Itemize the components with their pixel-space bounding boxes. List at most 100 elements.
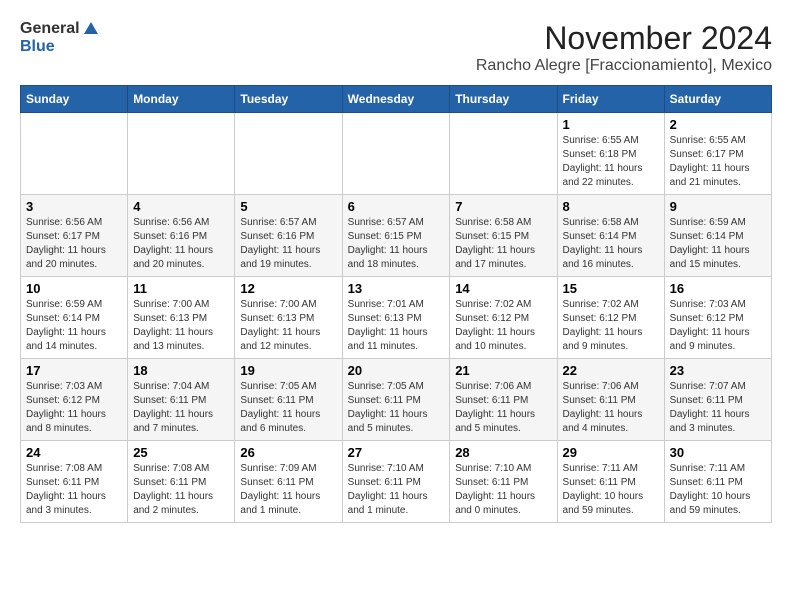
day-number: 10 <box>26 281 122 296</box>
day-number: 16 <box>670 281 766 296</box>
week-row-5: 24 Sunrise: 7:08 AM Sunset: 6:11 PM Dayli… <box>21 441 772 523</box>
calendar-cell: 30Sunrise: 7:11 AM Sunset: 6:11 PM Dayli… <box>664 441 771 523</box>
calendar-cell: 15 Sunrise: 7:02 AM Sunset: 6:12 PM Dayli… <box>557 277 664 359</box>
calendar-cell: 3Sunrise: 6:56 AM Sunset: 6:17 PM Daylig… <box>21 195 128 277</box>
day-info: Sunrise: 6:57 AM Sunset: 6:15 PM Dayligh… <box>348 216 445 272</box>
day-info: Sunrise: 6:58 AM Sunset: 6:15 PM Dayligh… <box>455 216 551 272</box>
header-tuesday: Tuesday <box>235 86 342 113</box>
day-info: Sunrise: 7:05 AM Sunset: 6:11 PM Dayligh… <box>240 380 336 436</box>
day-info: Sunrise: 7:02 AM Sunset: 6:12 PM Dayligh… <box>455 298 551 354</box>
day-info: Sunrise: 7:11 AM Sunset: 6:11 PM Dayligh… <box>670 462 766 518</box>
calendar-cell: 29Sunrise: 7:11 AM Sunset: 6:11 PM Dayli… <box>557 441 664 523</box>
calendar-cell: 7 Sunrise: 6:58 AM Sunset: 6:15 PM Daylig… <box>450 195 557 277</box>
day-number: 25 <box>133 445 229 460</box>
calendar-cell: 12Sunrise: 7:00 AM Sunset: 6:13 PM Dayli… <box>235 277 342 359</box>
day-info: Sunrise: 7:09 AM Sunset: 6:11 PM Dayligh… <box>240 462 336 518</box>
logo: General Blue <box>20 20 100 56</box>
day-info: Sunrise: 7:10 AM Sunset: 6:11 PM Dayligh… <box>348 462 445 518</box>
day-number: 26 <box>240 445 336 460</box>
calendar-cell: 16 Sunrise: 7:03 AM Sunset: 6:12 PM Dayli… <box>664 277 771 359</box>
calendar-table: SundayMondayTuesdayWednesdayThursdayFrid… <box>20 85 772 523</box>
day-number: 20 <box>348 363 445 378</box>
day-info: Sunrise: 6:55 AM Sunset: 6:18 PM Dayligh… <box>563 134 659 190</box>
day-info: Sunrise: 7:11 AM Sunset: 6:11 PM Dayligh… <box>563 462 659 518</box>
day-number: 11 <box>133 281 229 296</box>
day-number: 23 <box>670 363 766 378</box>
header-sunday: Sunday <box>21 86 128 113</box>
day-info: Sunrise: 7:03 AM Sunset: 6:12 PM Dayligh… <box>670 298 766 354</box>
day-info: Sunrise: 6:59 AM Sunset: 6:14 PM Dayligh… <box>670 216 766 272</box>
calendar-cell: 21 Sunrise: 7:06 AM Sunset: 6:11 PM Dayli… <box>450 359 557 441</box>
calendar-cell <box>342 113 450 195</box>
day-info: Sunrise: 7:08 AM Sunset: 6:11 PM Dayligh… <box>133 462 229 518</box>
calendar-cell: 20 Sunrise: 7:05 AM Sunset: 6:11 PM Dayli… <box>342 359 450 441</box>
calendar-cell: 14 Sunrise: 7:02 AM Sunset: 6:12 PM Dayli… <box>450 277 557 359</box>
calendar-cell: 19 Sunrise: 7:05 AM Sunset: 6:11 PM Dayli… <box>235 359 342 441</box>
calendar-cell: 4 Sunrise: 6:56 AM Sunset: 6:16 PM Daylig… <box>128 195 235 277</box>
calendar-cell <box>128 113 235 195</box>
day-number: 1 <box>563 117 659 132</box>
day-info: Sunrise: 6:59 AM Sunset: 6:14 PM Dayligh… <box>26 298 122 354</box>
calendar-cell <box>450 113 557 195</box>
day-number: 28 <box>455 445 551 460</box>
header-wednesday: Wednesday <box>342 86 450 113</box>
day-info: Sunrise: 7:00 AM Sunset: 6:13 PM Dayligh… <box>133 298 229 354</box>
calendar-cell: 24Sunrise: 7:08 AM Sunset: 6:11 PM Dayli… <box>21 441 128 523</box>
day-number: 19 <box>240 363 336 378</box>
day-number: 21 <box>455 363 551 378</box>
calendar-header-row: SundayMondayTuesdayWednesdayThursdayFrid… <box>21 86 772 113</box>
day-number: 2 <box>670 117 766 132</box>
month-title: November 2024 <box>476 20 772 57</box>
calendar-cell: 22Sunrise: 7:06 AM Sunset: 6:11 PM Dayli… <box>557 359 664 441</box>
day-number: 9 <box>670 199 766 214</box>
week-row-2: 3Sunrise: 6:56 AM Sunset: 6:17 PM Daylig… <box>21 195 772 277</box>
day-number: 14 <box>455 281 551 296</box>
calendar-cell: 5Sunrise: 6:57 AM Sunset: 6:16 PM Daylig… <box>235 195 342 277</box>
day-number: 8 <box>563 199 659 214</box>
title-section: November 2024 Rancho Alegre [Fraccionami… <box>476 20 772 75</box>
day-info: Sunrise: 7:07 AM Sunset: 6:11 PM Dayligh… <box>670 380 766 436</box>
calendar-cell: 28 Sunrise: 7:10 AM Sunset: 6:11 PM Dayli… <box>450 441 557 523</box>
logo-blue-text: Blue <box>20 38 100 56</box>
day-info: Sunrise: 7:06 AM Sunset: 6:11 PM Dayligh… <box>455 380 551 436</box>
day-info: Sunrise: 7:04 AM Sunset: 6:11 PM Dayligh… <box>133 380 229 436</box>
logo-icon <box>82 20 100 38</box>
logo-general-text: General <box>20 20 80 38</box>
calendar-cell: 26 Sunrise: 7:09 AM Sunset: 6:11 PM Dayli… <box>235 441 342 523</box>
calendar-cell: 13Sunrise: 7:01 AM Sunset: 6:13 PM Dayli… <box>342 277 450 359</box>
calendar-cell: 23 Sunrise: 7:07 AM Sunset: 6:11 PM Dayli… <box>664 359 771 441</box>
day-number: 15 <box>563 281 659 296</box>
calendar-cell: 2Sunrise: 6:55 AM Sunset: 6:17 PM Daylig… <box>664 113 771 195</box>
calendar-cell <box>21 113 128 195</box>
day-number: 12 <box>240 281 336 296</box>
calendar-cell: 11 Sunrise: 7:00 AM Sunset: 6:13 PM Dayli… <box>128 277 235 359</box>
day-number: 4 <box>133 199 229 214</box>
day-number: 17 <box>26 363 122 378</box>
calendar-cell: 1 Sunrise: 6:55 AM Sunset: 6:18 PM Daylig… <box>557 113 664 195</box>
day-number: 27 <box>348 445 445 460</box>
calendar-cell: 17 Sunrise: 7:03 AM Sunset: 6:12 PM Dayli… <box>21 359 128 441</box>
day-info: Sunrise: 6:58 AM Sunset: 6:14 PM Dayligh… <box>563 216 659 272</box>
day-info: Sunrise: 7:10 AM Sunset: 6:11 PM Dayligh… <box>455 462 551 518</box>
header-saturday: Saturday <box>664 86 771 113</box>
header-friday: Friday <box>557 86 664 113</box>
calendar-cell: 6 Sunrise: 6:57 AM Sunset: 6:15 PM Daylig… <box>342 195 450 277</box>
week-row-4: 17 Sunrise: 7:03 AM Sunset: 6:12 PM Dayli… <box>21 359 772 441</box>
week-row-3: 10 Sunrise: 6:59 AM Sunset: 6:14 PM Dayli… <box>21 277 772 359</box>
day-number: 24 <box>26 445 122 460</box>
location-subtitle: Rancho Alegre [Fraccionamiento], Mexico <box>476 57 772 75</box>
header-thursday: Thursday <box>450 86 557 113</box>
day-info: Sunrise: 7:06 AM Sunset: 6:11 PM Dayligh… <box>563 380 659 436</box>
day-number: 6 <box>348 199 445 214</box>
day-info: Sunrise: 7:03 AM Sunset: 6:12 PM Dayligh… <box>26 380 122 436</box>
calendar-cell: 8 Sunrise: 6:58 AM Sunset: 6:14 PM Daylig… <box>557 195 664 277</box>
day-info: Sunrise: 7:02 AM Sunset: 6:12 PM Dayligh… <box>563 298 659 354</box>
calendar-cell: 18Sunrise: 7:04 AM Sunset: 6:11 PM Dayli… <box>128 359 235 441</box>
day-info: Sunrise: 6:56 AM Sunset: 6:16 PM Dayligh… <box>133 216 229 272</box>
day-info: Sunrise: 6:57 AM Sunset: 6:16 PM Dayligh… <box>240 216 336 272</box>
day-info: Sunrise: 7:05 AM Sunset: 6:11 PM Dayligh… <box>348 380 445 436</box>
day-number: 3 <box>26 199 122 214</box>
day-number: 13 <box>348 281 445 296</box>
header-monday: Monday <box>128 86 235 113</box>
day-number: 7 <box>455 199 551 214</box>
